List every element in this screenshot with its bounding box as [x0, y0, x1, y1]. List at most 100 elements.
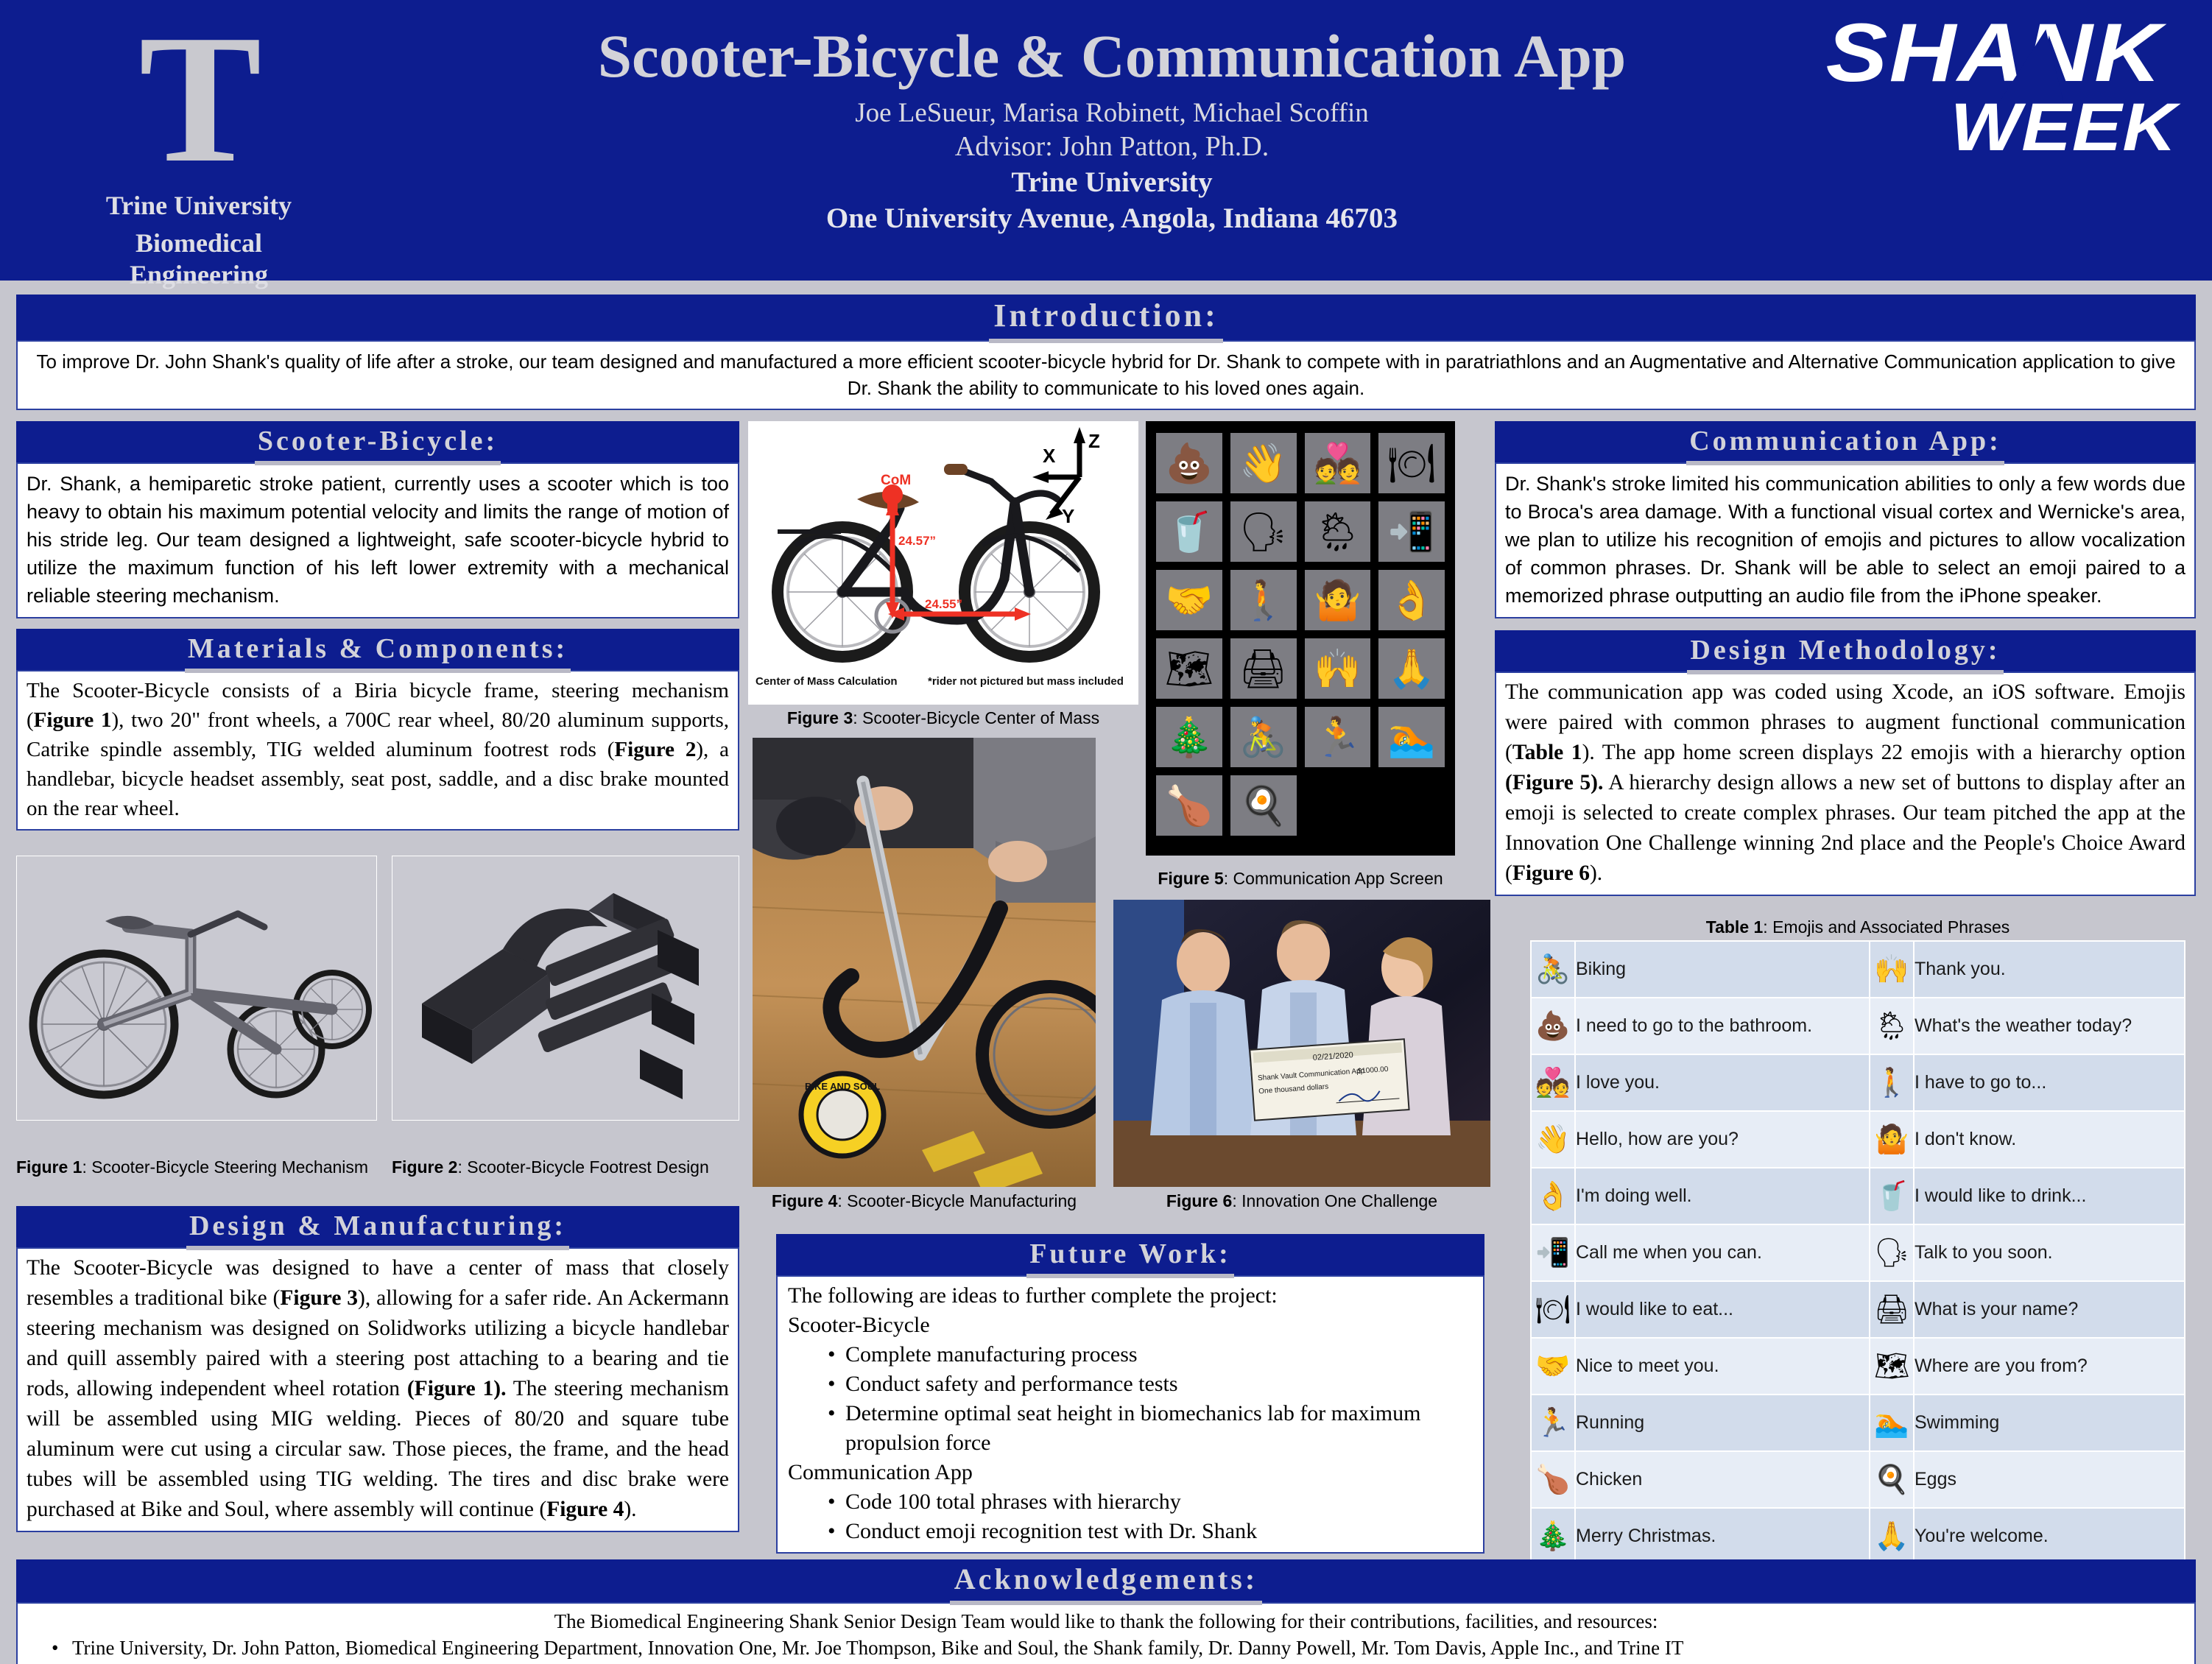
poster-root: T Trine University Biomedical Engineerin… — [0, 0, 2212, 1664]
figure-2-image — [392, 856, 739, 1121]
week-logo-text: WEEK — [1950, 90, 2177, 165]
future-work-section: Future Work: The following are ideas to … — [776, 1234, 1484, 1554]
materials-fig2-ref: Figure 2 — [614, 738, 697, 761]
axis-z-label: Z — [1088, 430, 1100, 452]
table-row: 📲 Call me when you can. 🗣 Talk to you so… — [1530, 1224, 2186, 1282]
center-of-mass-diagram: CoM 24.57” 24.55” Z X Y Center of Mass C… — [748, 421, 1138, 705]
dmeth-fig5-ref: (Figure 5). — [1505, 771, 1604, 794]
table-cell-phrase: Nice to meet you. — [1574, 1337, 1870, 1395]
table-1-title-text: : Emojis and Associated Phrases — [1763, 917, 2010, 937]
figure-6-caption: Figure 6: Innovation One Challenge — [1113, 1191, 1490, 1211]
app-emoji-cell[interactable]: 🏊 — [1378, 707, 1445, 767]
table-row: 🏃 Running 🏊 Swimming — [1530, 1394, 2186, 1452]
table-cell-phrase: Talk to you soon. — [1912, 1224, 2186, 1282]
materials-text: The Scooter-Bicycle consists of a Biria … — [18, 671, 738, 829]
table-row: 🎄 Merry Christmas. 🙏 You're welcome. — [1530, 1507, 2186, 1565]
app-emoji-cell[interactable]: 🗣 — [1230, 501, 1297, 562]
poultry-leg-emoji: 🍗 — [1530, 1450, 1576, 1509]
materials-fig1-ref: Figure 1 — [33, 708, 112, 732]
app-emoji-cell[interactable]: 🍗 — [1156, 775, 1222, 836]
app-emoji-cell[interactable]: 🚶 — [1230, 570, 1297, 630]
app-emoji-cell[interactable]: 🗺 — [1156, 638, 1222, 699]
design-manufacturing-heading-bar: Design & Manufacturing: — [16, 1206, 739, 1250]
app-emoji-cell[interactable]: 🥤 — [1156, 501, 1222, 562]
app-emoji-cell[interactable]: 🙌 — [1304, 638, 1371, 699]
materials-heading-bar: Materials & Components: — [16, 629, 739, 673]
future-work-group1-title: Scooter-Bicycle — [788, 1313, 930, 1337]
app-emoji-cell[interactable]: 💩 — [1156, 433, 1222, 493]
app-emoji-cell[interactable]: 🌦 — [1304, 501, 1371, 562]
figure-3-caption-text: : Scooter-Bicycle Center of Mass — [853, 708, 1100, 727]
design-methodology-text: The communication app was coded using Xc… — [1496, 673, 2194, 895]
acknowledgements-heading-bar: Acknowledgements: — [16, 1559, 2196, 1605]
acknowledgements-body: The Biomedical Engineering Shank Senior … — [16, 1602, 2196, 1664]
table-row: 👌 I'm doing well. 🥤 I would like to drin… — [1530, 1167, 2186, 1225]
table-row: 💑 I love you. 🚶 I have to go to... — [1530, 1054, 2186, 1112]
app-emoji-cell[interactable]: 🖨 — [1230, 638, 1297, 699]
table-cell-phrase: I would like to eat... — [1574, 1280, 1870, 1339]
figure-6-caption-text: : Innovation One Challenge — [1232, 1191, 1438, 1210]
design-manufacturing-section: Design & Manufacturing: The Scooter-Bicy… — [16, 1206, 739, 1532]
figure-1-caption: Figure 1: Scooter-Bicycle Steering Mecha… — [16, 1157, 377, 1177]
app-emoji-cell[interactable]: 🎄 — [1156, 707, 1222, 767]
manufacturing-photo: BIKE AND SOUL — [753, 738, 1096, 1187]
table-cell-phrase: Thank you. — [1912, 940, 2186, 998]
dm-fig3-ref: Figure 3 — [280, 1286, 359, 1310]
scooter-bicycle-heading: Scooter-Bicycle: — [254, 421, 501, 465]
figure-4-label: Figure 4 — [771, 1191, 838, 1210]
header-center-block: Scooter-Bicycle & Communication App Joe … — [412, 21, 1811, 236]
introduction-body: To improve Dr. John Shank's quality of l… — [16, 340, 2196, 410]
app-emoji-cell[interactable]: 🙏 — [1378, 638, 1445, 699]
figure-3-image: CoM 24.57” 24.55” Z X Y Center of Mass C… — [748, 421, 1138, 705]
app-emoji-cell[interactable]: 🤝 — [1156, 570, 1222, 630]
handshake-emoji: 🤝 — [1530, 1337, 1576, 1395]
left-column: Scooter-Bicycle: Dr. Shank, a hemipareti… — [16, 421, 739, 831]
dmeth-p4: ). — [1589, 861, 1603, 885]
trine-logo-block: T Trine University Biomedical Engineerin… — [81, 7, 317, 291]
app-emoji-cell[interactable]: 👌 — [1378, 570, 1445, 630]
app-emoji-cell[interactable]: 🚴 — [1230, 707, 1297, 767]
dm-fig1-ref: (Figure 1). — [406, 1377, 507, 1400]
list-item: Complete manufacturing process — [825, 1340, 1473, 1369]
app-emoji-cell[interactable]: 🤷 — [1304, 570, 1371, 630]
figure-5-caption: Figure 5: Communication App Screen — [1146, 869, 1455, 889]
app-emoji-grid[interactable]: 💩 👋 💑 🍽 🥤 🗣 🌦 📲 🤝 🚶 🤷 👌 🗺 🖨 🙌 🙏 🎄 🚴 🏃 🏊 … — [1146, 421, 1455, 847]
design-methodology-section: Design Methodology: The communication ap… — [1495, 630, 2196, 896]
list-item: Determine optimal seat height in biomech… — [825, 1399, 1473, 1458]
app-emoji-cell[interactable]: 👋 — [1230, 433, 1297, 493]
cad-figures-row — [16, 856, 739, 1150]
table-cell-phrase: Hello, how are you? — [1574, 1110, 1870, 1168]
figure-5-caption-text: : Communication App Screen — [1223, 869, 1443, 888]
affiliation-line-1: Trine University — [1011, 166, 1213, 198]
emoji-phrase-table: 🚴 Biking 🙌 Thank you. 💩 I need to go to … — [1530, 940, 2186, 1565]
dmeth-p3: A hierarchy design allows a new set of b… — [1505, 771, 2185, 885]
design-manufacturing-body: The Scooter-Bicycle was designed to have… — [16, 1247, 739, 1532]
table-cell-phrase: What is your name? — [1912, 1280, 2186, 1339]
materials-body: The Scooter-Bicycle consists of a Biria … — [16, 670, 739, 831]
cyclist-emoji: 🚴 — [1530, 940, 1576, 998]
app-emoji-cell[interactable]: 💑 — [1304, 433, 1371, 493]
future-work-intro: The following are ideas to further compl… — [788, 1283, 1278, 1308]
vertical-dimension-label: 24.57” — [898, 534, 936, 548]
table-1-section: Table 1: Emojis and Associated Phrases 🚴… — [1530, 917, 2186, 1565]
app-emoji-cell[interactable]: 🍽 — [1378, 433, 1445, 493]
authors-line: Joe LeSueur, Marisa Robinett, Michael Sc… — [855, 98, 1369, 128]
table-cell-phrase: Where are you from? — [1912, 1337, 2186, 1395]
table-cell-phrase: You're welcome. — [1912, 1507, 2186, 1565]
figure-4-image: BIKE AND SOUL — [753, 738, 1096, 1187]
app-emoji-cell[interactable]: 🍳 — [1230, 775, 1297, 836]
app-emoji-cell[interactable]: 🏃 — [1304, 707, 1371, 767]
table-cell-phrase: Running — [1574, 1394, 1870, 1452]
materials-section: Materials & Components: The Scooter-Bicy… — [16, 629, 739, 831]
com-label: CoM — [881, 473, 911, 488]
communication-app-body: Dr. Shank's stroke limited his communica… — [1495, 462, 2196, 618]
rider-note-label: *rider not pictured but mass included — [928, 675, 1124, 688]
figure-4-caption-text: : Scooter-Bicycle Manufacturing — [837, 1191, 1077, 1210]
list-item: Code 100 total phrases with hierarchy — [825, 1487, 1473, 1517]
christmas-tree-emoji: 🎄 — [1530, 1507, 1576, 1565]
app-emoji-cell[interactable]: 📲 — [1378, 501, 1445, 562]
page-title: Scooter-Bicycle & Communication App — [597, 22, 1627, 90]
communication-app-heading: Communication App: — [1686, 421, 2004, 465]
dmeth-p2: ). The app home screen displays 22 emoji… — [1582, 741, 2185, 764]
fork-and-knife-with-plate-emoji: 🍽 — [1530, 1280, 1576, 1339]
